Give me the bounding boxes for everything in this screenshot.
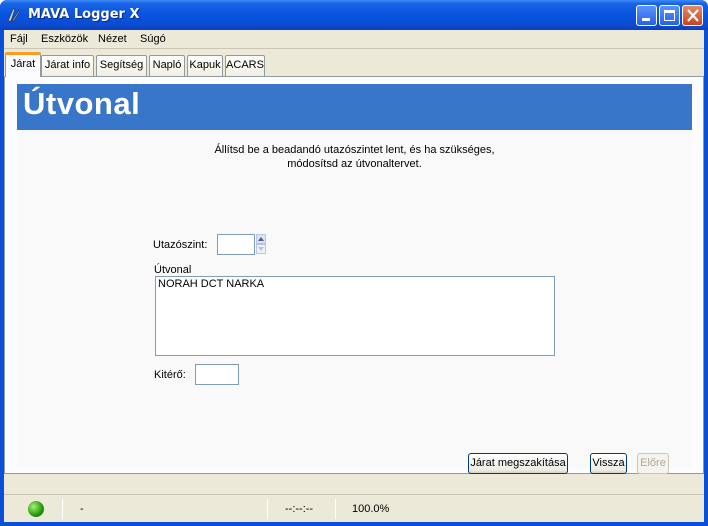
tab-flight-info[interactable]: Járat info: [41, 55, 94, 76]
cruise-level-input[interactable]: [217, 234, 255, 255]
minimize-icon: [642, 18, 650, 21]
chevron-down-icon: [258, 247, 264, 251]
client-area: Fájl Eszközök Nézet Súgó Járat Járat inf…: [4, 30, 704, 522]
tab-gates[interactable]: Kapuk: [187, 55, 223, 76]
app-window: MAVA Logger X Fájl Eszközök Nézet Súgó J…: [0, 0, 708, 526]
menu-bar: Fájl Eszközök Nézet Súgó: [4, 30, 704, 49]
tab-acars[interactable]: ACARS: [225, 55, 265, 76]
status-separator: [62, 499, 63, 519]
menu-file[interactable]: Fájl: [10, 33, 28, 45]
back-button[interactable]: Vissza: [590, 453, 627, 474]
minimize-button[interactable]: [636, 5, 657, 26]
tab-help[interactable]: Segítség: [96, 55, 147, 76]
route-page: Útvonal Állítsd be a beadandó utazószint…: [17, 84, 692, 474]
tab-panel: Útvonal Állítsd be a beadandó utazószint…: [4, 76, 704, 474]
abort-flight-button[interactable]: Járat megszakítása: [468, 453, 568, 474]
status-bar: - --:--:-- 100.0%: [4, 494, 704, 522]
status-separator: [267, 499, 268, 519]
tab-flight[interactable]: Járat: [5, 52, 41, 77]
status-message: -: [80, 503, 84, 515]
window-title: MAVA Logger X: [28, 7, 140, 22]
close-button[interactable]: [682, 5, 703, 26]
route-label: Útvonal: [154, 264, 192, 276]
maximize-button[interactable]: [659, 5, 680, 26]
stepper-down-button[interactable]: [256, 244, 266, 254]
status-zoom: 100.0%: [352, 503, 390, 515]
menu-view[interactable]: Nézet: [98, 33, 127, 45]
chevron-up-icon: [258, 237, 264, 241]
menu-tools[interactable]: Eszközök: [41, 33, 88, 45]
instruction-text: Állítsd be a beadandó utazószintet lent,…: [17, 143, 692, 171]
cruise-level-stepper[interactable]: [256, 234, 266, 254]
status-time: --:--:--: [285, 503, 314, 515]
tab-strip: Járat Járat info Segítség Napló Kapuk AC…: [4, 52, 704, 77]
title-bar[interactable]: MAVA Logger X: [0, 0, 708, 30]
stepper-up-button[interactable]: [256, 234, 266, 244]
maximize-icon: [664, 10, 675, 21]
route-textarea[interactable]: NORAH DCT NARKA: [155, 276, 555, 356]
close-icon: [687, 9, 699, 25]
page-header: Útvonal: [17, 84, 692, 130]
cruise-level-label: Utazószint:: [153, 239, 208, 251]
instruction-line-1: Állítsd be a beadandó utazószintet lent,…: [214, 144, 495, 156]
next-button[interactable]: Előre: [637, 453, 669, 474]
app-logo-icon: [6, 7, 22, 23]
alternate-input[interactable]: [195, 364, 239, 385]
status-separator: [335, 499, 336, 519]
tab-log[interactable]: Napló: [149, 55, 185, 76]
alternate-label: Kitérő:: [154, 369, 186, 381]
page-title: Útvonal: [23, 86, 141, 121]
connection-status-icon: [28, 501, 44, 517]
instruction-line-2: módosítsd az útvonaltervet.: [287, 158, 422, 170]
menu-help[interactable]: Súgó: [140, 33, 166, 45]
